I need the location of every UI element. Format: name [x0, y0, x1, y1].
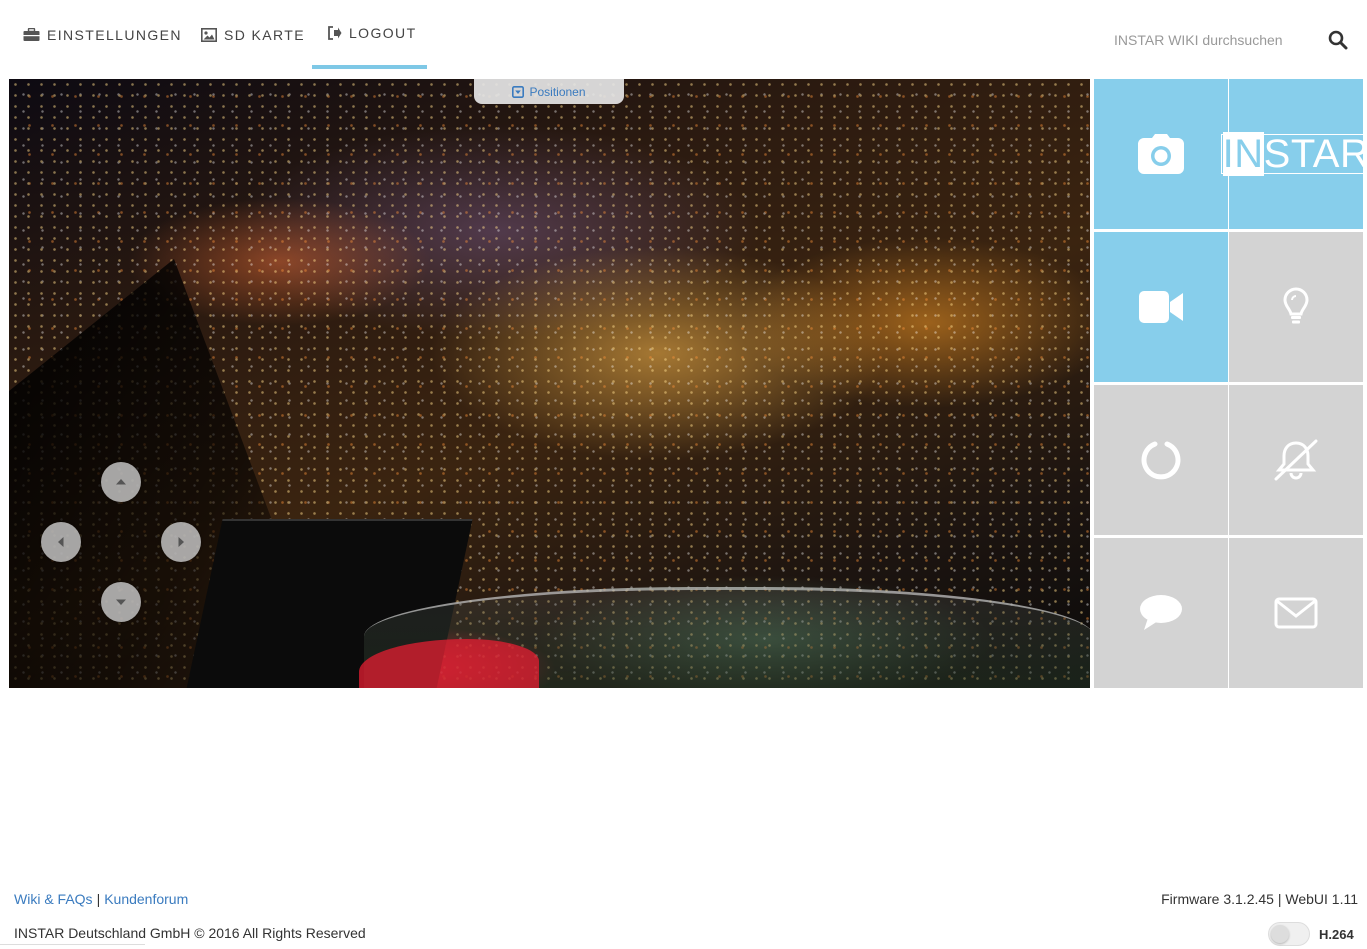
instar-logo-tile[interactable]: INSTAR	[1220, 79, 1367, 229]
lightbulb-icon	[1283, 287, 1309, 324]
footer-separator: |	[96, 891, 101, 907]
instar-logo: INSTAR	[1220, 132, 1367, 176]
nav-item-label: SD KARTE	[224, 26, 305, 43]
briefcase-icon	[23, 27, 40, 41]
caret-square-down-icon	[512, 85, 525, 98]
codec-label: H.264	[1319, 927, 1354, 942]
nav-item-sd-karte[interactable]: SD KARTE	[201, 0, 305, 69]
sign-out-icon	[328, 25, 342, 40]
footer-links: Wiki & FAQs | Kundenforum	[14, 891, 188, 907]
pan-left-button[interactable]	[41, 522, 81, 562]
pan-right-button[interactable]	[161, 522, 201, 562]
footer-divider	[0, 944, 145, 945]
nav-item-einstellungen[interactable]: EINSTELLUNGEN	[23, 0, 182, 69]
positions-toggle[interactable]: Positionen	[474, 79, 624, 104]
circle-notch-icon	[1141, 441, 1181, 480]
nav-item-logout[interactable]: LOGOUT	[312, 0, 427, 69]
alarm-off-tile[interactable]	[1229, 385, 1363, 535]
nav-item-label: LOGOUT	[349, 24, 417, 41]
video-camera-icon	[1139, 291, 1183, 323]
live-video-stream[interactable]: Positionen	[9, 79, 1090, 688]
wiki-faqs-link[interactable]: Wiki & FAQs	[14, 891, 93, 907]
bell-slash-icon	[1274, 439, 1318, 481]
envelope-icon	[1274, 597, 1318, 629]
copyright-text: INSTAR Deutschland GmbH © 2016 All Right…	[14, 925, 366, 941]
caret-up-icon	[116, 479, 126, 485]
pan-up-button[interactable]	[101, 462, 141, 502]
codec-toggle[interactable]	[1268, 922, 1310, 946]
search-button[interactable]	[1322, 24, 1354, 56]
top-navbar: EINSTELLUNGEN SD KARTE LOGOUT	[0, 0, 1367, 72]
camera-icon	[1138, 134, 1184, 174]
caret-right-icon	[178, 537, 184, 547]
nav-item-label: EINSTELLUNGEN	[47, 26, 182, 43]
comment-icon	[1140, 595, 1182, 630]
kundenforum-link[interactable]: Kundenforum	[104, 891, 188, 907]
positions-label: Positionen	[529, 84, 586, 99]
caret-left-icon	[58, 537, 64, 547]
processing-tile[interactable]	[1094, 385, 1228, 535]
image-icon	[201, 27, 217, 42]
snapshot-tile[interactable]	[1094, 79, 1228, 229]
ir-light-tile[interactable]	[1229, 232, 1363, 382]
record-video-tile[interactable]	[1094, 232, 1228, 382]
wiki-search-input[interactable]	[1102, 24, 1317, 56]
email-tile[interactable]	[1229, 538, 1363, 688]
caret-down-icon	[116, 599, 126, 605]
search-icon	[1328, 30, 1348, 50]
toggle-knob	[1271, 925, 1289, 943]
pan-down-button[interactable]	[101, 582, 141, 622]
audio-tile[interactable]	[1094, 538, 1228, 688]
version-info: Firmware 3.1.2.45 | WebUI 1.11	[1161, 891, 1358, 907]
control-tiles: INSTAR	[1094, 79, 1367, 688]
